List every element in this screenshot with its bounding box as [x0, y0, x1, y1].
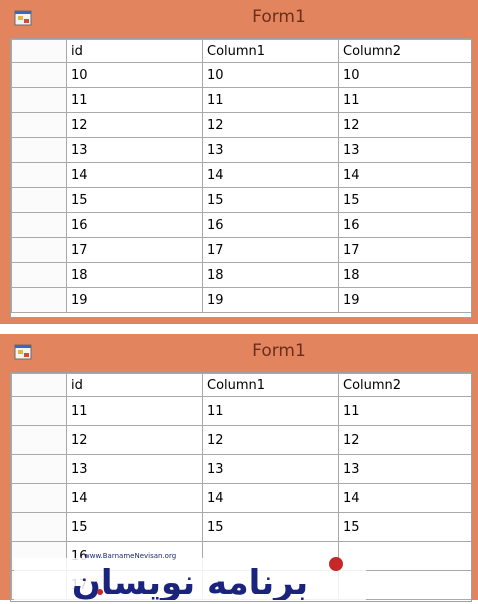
- table-cell[interactable]: 14: [66, 483, 203, 513]
- window-title: Form1: [252, 341, 306, 361]
- grid-body: 10 10 10 11 11 11 12 12 12 13 13 13 14 14 14 15 15 15 16 16…: [11, 62, 471, 313]
- table-cell[interactable]: 14: [202, 483, 339, 513]
- table-cell[interactable]: 10: [338, 62, 471, 88]
- table-row[interactable]: 11 11 11: [11, 87, 471, 113]
- table-cell[interactable]: 12: [338, 425, 471, 455]
- table-row[interactable]: 12 12 12: [11, 425, 471, 455]
- column-header-column2[interactable]: Column2: [338, 39, 471, 63]
- table-cell[interactable]: 13: [202, 454, 339, 484]
- table-cell[interactable]: 13: [338, 137, 471, 163]
- table-row[interactable]: 11 11 11: [11, 396, 471, 426]
- row-header-cell[interactable]: [11, 262, 67, 288]
- row-header-cell[interactable]: [11, 137, 67, 163]
- table-cell[interactable]: 11: [202, 396, 339, 426]
- header-row: id Column1 Column2: [11, 39, 471, 63]
- table-cell[interactable]: 17: [338, 237, 471, 263]
- row-header-cell[interactable]: [11, 287, 67, 313]
- table-cell[interactable]: 12: [66, 112, 203, 138]
- table-cell[interactable]: 10: [66, 62, 203, 88]
- column-header-id[interactable]: id: [66, 373, 203, 397]
- column-header-id[interactable]: id: [66, 39, 203, 63]
- table-row[interactable]: 17 17 17: [11, 237, 471, 263]
- row-header-cell[interactable]: [11, 87, 67, 113]
- table-row[interactable]: 15 15 15: [11, 187, 471, 213]
- data-grid-view[interactable]: id Column1 Column2 10 10 10 11 11 11 12 12 12 13 1…: [10, 38, 472, 318]
- table-cell[interactable]: 13: [202, 137, 339, 163]
- table-cell[interactable]: 12: [202, 112, 339, 138]
- row-header-cell[interactable]: [11, 425, 67, 455]
- watermark-url: www.BarnameNevisan.org: [84, 552, 177, 560]
- column-header-column1[interactable]: Column1: [202, 39, 339, 63]
- row-header-cell[interactable]: [11, 212, 67, 238]
- header-row: id Column1 Column2: [11, 373, 471, 397]
- watermark-logo: برنامه نویسان www.BarnameNevisan.org: [14, 548, 366, 603]
- row-header-cell[interactable]: [11, 112, 67, 138]
- table-cell[interactable]: 14: [338, 162, 471, 188]
- table-cell[interactable]: 13: [338, 454, 471, 484]
- table-cell[interactable]: 11: [66, 396, 203, 426]
- table-cell[interactable]: 14: [66, 162, 203, 188]
- table-cell[interactable]: 18: [202, 262, 339, 288]
- row-header-cell[interactable]: [11, 396, 67, 426]
- table-row[interactable]: 14 14 14: [11, 162, 471, 188]
- table-cell[interactable]: 15: [338, 512, 471, 542]
- table-cell[interactable]: 12: [66, 425, 203, 455]
- table-row[interactable]: 13 13 13: [11, 137, 471, 163]
- table-row[interactable]: 12 12 12: [11, 112, 471, 138]
- table-cell[interactable]: 16: [202, 212, 339, 238]
- table-cell[interactable]: 14: [338, 483, 471, 513]
- table-cell[interactable]: 11: [202, 87, 339, 113]
- table-row[interactable]: 13 13 13: [11, 454, 471, 484]
- table-row[interactable]: 14 14 14: [11, 483, 471, 513]
- table-cell[interactable]: 19: [66, 287, 203, 313]
- column-header-column1[interactable]: Column1: [202, 373, 339, 397]
- window-title: Form1: [252, 7, 306, 27]
- column-header-column2[interactable]: Column2: [338, 373, 471, 397]
- table-cell[interactable]: 13: [66, 137, 203, 163]
- row-header-cell[interactable]: [11, 162, 67, 188]
- table-cell[interactable]: 15: [338, 187, 471, 213]
- title-bar[interactable]: Form1: [0, 0, 478, 36]
- table-cell[interactable]: 16: [66, 212, 203, 238]
- table-cell[interactable]: 18: [338, 262, 471, 288]
- row-header-cell[interactable]: [11, 454, 67, 484]
- table-cell[interactable]: 10: [202, 62, 339, 88]
- logo-text: برنامه نویسان: [72, 563, 308, 600]
- table-cell[interactable]: 15: [202, 187, 339, 213]
- data-grid: id Column1 Column2 10 10 10 11 11 11 12 12 12 13 1…: [11, 39, 471, 313]
- row-header-cell[interactable]: [11, 237, 67, 263]
- table-row[interactable]: 10 10 10: [11, 62, 471, 88]
- title-bar[interactable]: Form1: [0, 334, 478, 370]
- table-cell[interactable]: 11: [338, 396, 471, 426]
- row-header-cell[interactable]: [11, 483, 67, 513]
- table-cell[interactable]: 19: [202, 287, 339, 313]
- table-row[interactable]: 15 15 15: [11, 512, 471, 542]
- table-cell[interactable]: 15: [66, 512, 203, 542]
- table-row[interactable]: 18 18 18: [11, 262, 471, 288]
- logo-graphic: برنامه نویسان: [14, 557, 366, 603]
- table-cell[interactable]: 18: [66, 262, 203, 288]
- table-cell[interactable]: 12: [338, 112, 471, 138]
- row-header-cell[interactable]: [11, 62, 67, 88]
- table-cell[interactable]: 15: [66, 187, 203, 213]
- table-cell[interactable]: 16: [338, 212, 471, 238]
- row-header-cell[interactable]: [11, 187, 67, 213]
- table-cell[interactable]: 11: [66, 87, 203, 113]
- form-window: Form1 id Column1 Column2 10 10 10 11 11 11 12 1…: [0, 0, 478, 324]
- table-cell[interactable]: 17: [202, 237, 339, 263]
- table-cell[interactable]: 17: [66, 237, 203, 263]
- table-cell[interactable]: 13: [66, 454, 203, 484]
- table-cell[interactable]: 19: [338, 287, 471, 313]
- table-cell[interactable]: 15: [202, 512, 339, 542]
- table-cell[interactable]: 12: [202, 425, 339, 455]
- top-left-header-cell[interactable]: [11, 39, 67, 63]
- table-row[interactable]: 19 19 19: [11, 287, 471, 313]
- top-left-header-cell[interactable]: [11, 373, 67, 397]
- table-cell[interactable]: 14: [202, 162, 339, 188]
- table-row[interactable]: 16 16 16: [11, 212, 471, 238]
- table-cell[interactable]: 11: [338, 87, 471, 113]
- row-header-cell[interactable]: [11, 512, 67, 542]
